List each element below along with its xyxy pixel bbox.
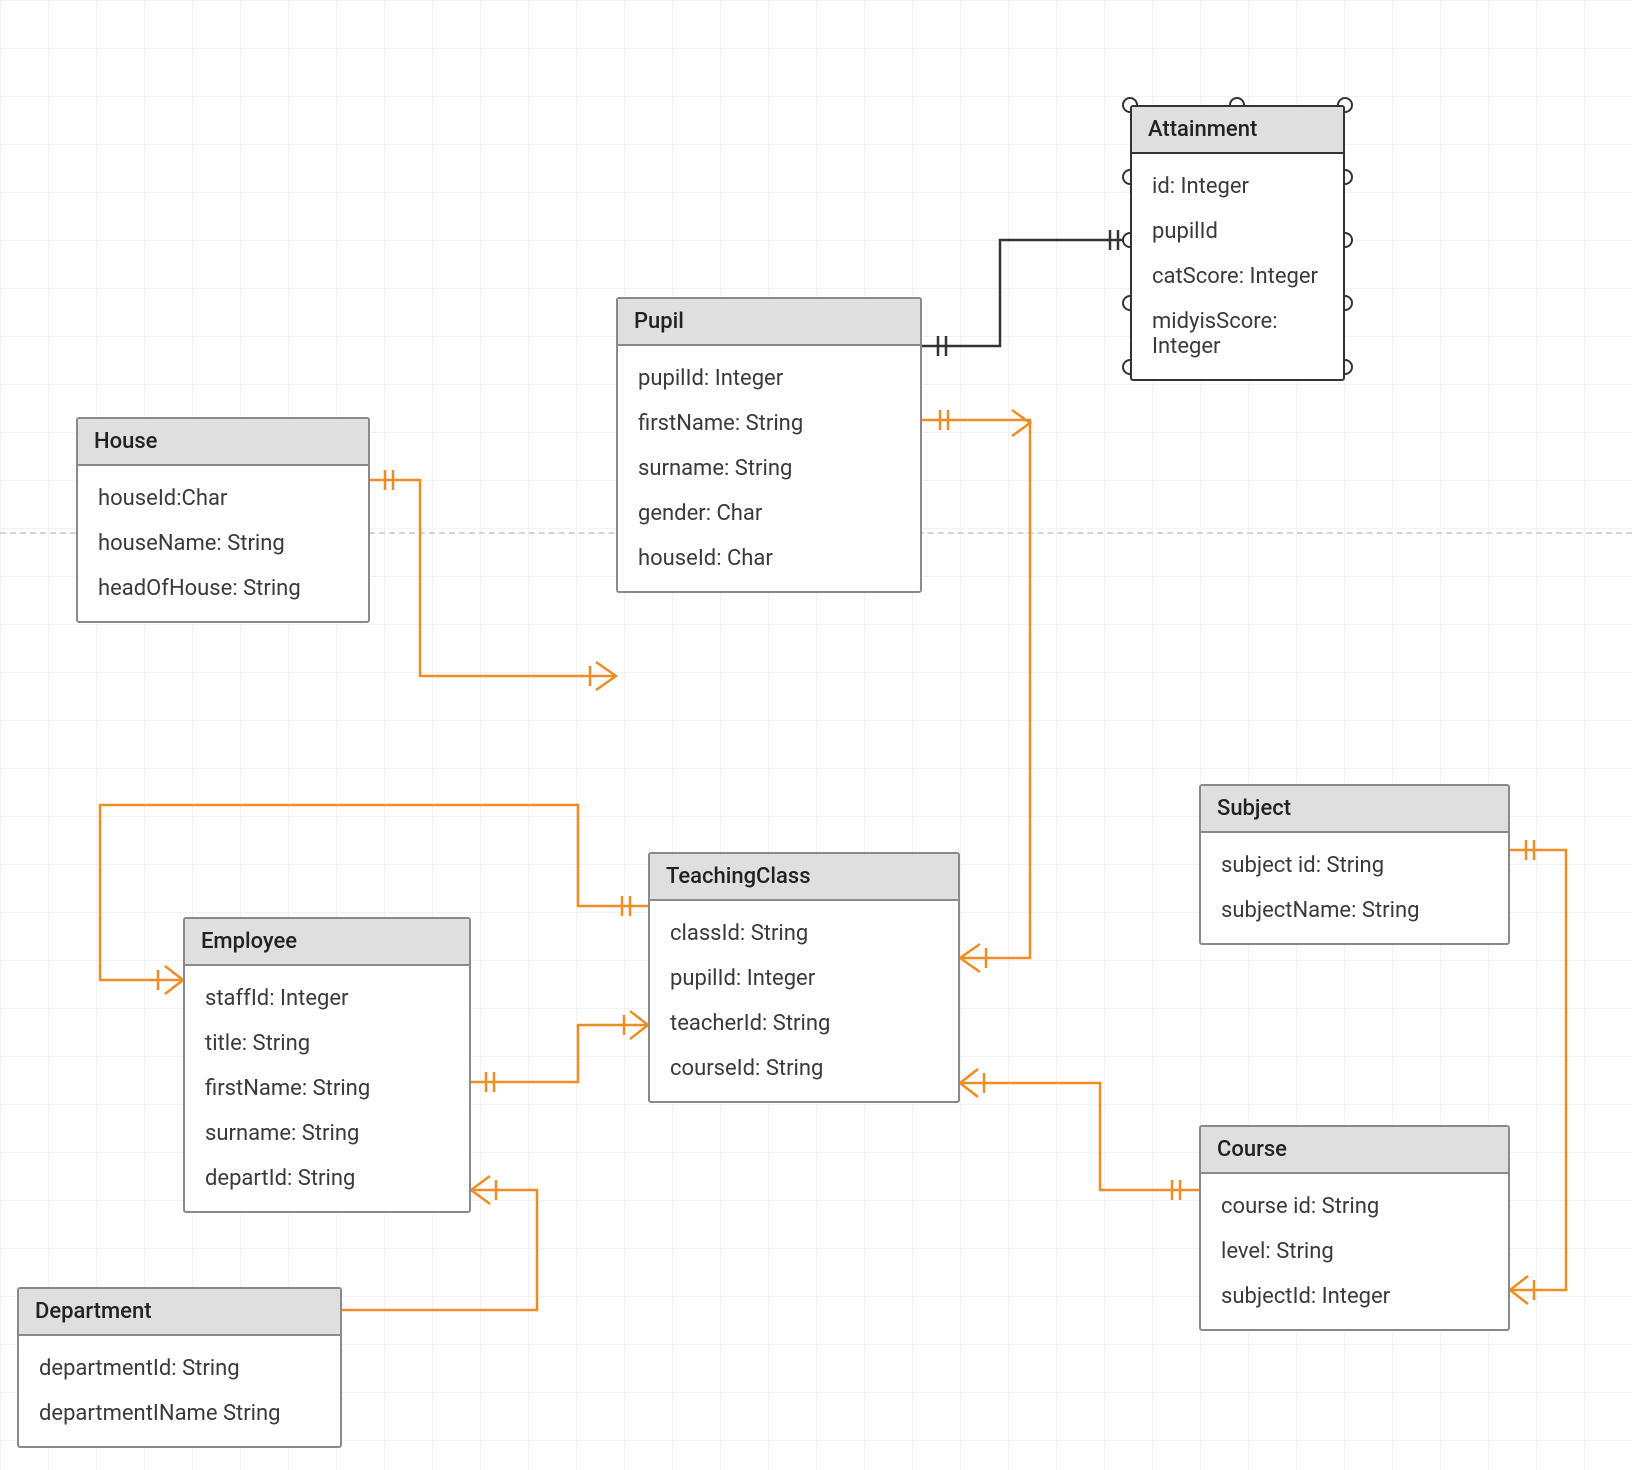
field[interactable]: houseId: Char <box>634 536 904 581</box>
entity-header[interactable]: Subject <box>1201 786 1508 833</box>
diagram-canvas[interactable]: House houseId:Char houseName: String hea… <box>0 0 1632 1470</box>
field[interactable]: departmentId: String <box>35 1346 324 1391</box>
field[interactable]: id: Integer <box>1148 164 1327 209</box>
field[interactable]: pupilId <box>1148 209 1327 254</box>
field[interactable]: houseName: String <box>94 521 352 566</box>
field[interactable]: subjectId: Integer <box>1217 1274 1492 1319</box>
field[interactable]: subject id: String <box>1217 843 1492 888</box>
field[interactable]: courseId: String <box>666 1046 942 1091</box>
entity-pupil[interactable]: Pupil pupilId: Integer firstName: String… <box>616 297 922 593</box>
field[interactable]: staffId: Integer <box>201 976 453 1021</box>
field[interactable]: classId: String <box>666 911 942 956</box>
entity-header[interactable]: House <box>78 419 368 466</box>
entity-attainment[interactable]: Attainment id: Integer pupilId catScore:… <box>1130 105 1345 381</box>
field[interactable]: houseId:Char <box>94 476 352 521</box>
field[interactable]: pupilId: Integer <box>634 356 904 401</box>
field[interactable]: midyisScore: Integer <box>1148 299 1327 369</box>
entity-teaching-class[interactable]: TeachingClass classId: String pupilId: I… <box>648 852 960 1103</box>
field[interactable]: departId: String <box>201 1156 453 1201</box>
field[interactable]: firstName: String <box>201 1066 453 1111</box>
field[interactable]: level: String <box>1217 1229 1492 1274</box>
field[interactable]: subjectName: String <box>1217 888 1492 933</box>
field[interactable]: departmentIName String <box>35 1391 324 1436</box>
field[interactable]: firstName: String <box>634 401 904 446</box>
field[interactable]: course id: String <box>1217 1184 1492 1229</box>
field[interactable]: headOfHouse: String <box>94 566 352 611</box>
entity-header[interactable]: Employee <box>185 919 469 966</box>
field[interactable]: surname: String <box>201 1111 453 1156</box>
entity-employee[interactable]: Employee staffId: Integer title: String … <box>183 917 471 1213</box>
entity-header[interactable]: TeachingClass <box>650 854 958 901</box>
entity-header[interactable]: Attainment <box>1132 107 1343 154</box>
field[interactable]: catScore: Integer <box>1148 254 1327 299</box>
entity-department[interactable]: Department departmentId: String departme… <box>17 1287 342 1448</box>
entity-header[interactable]: Pupil <box>618 299 920 346</box>
field[interactable]: gender: Char <box>634 491 904 536</box>
field[interactable]: teacherId: String <box>666 1001 942 1046</box>
field[interactable]: pupilId: Integer <box>666 956 942 1001</box>
field[interactable]: title: String <box>201 1021 453 1066</box>
entity-house[interactable]: House houseId:Char houseName: String hea… <box>76 417 370 623</box>
entity-header[interactable]: Department <box>19 1289 340 1336</box>
entity-header[interactable]: Course <box>1201 1127 1508 1174</box>
entity-subject[interactable]: Subject subject id: String subjectName: … <box>1199 784 1510 945</box>
entity-course[interactable]: Course course id: String level: String s… <box>1199 1125 1510 1331</box>
field[interactable]: surname: String <box>634 446 904 491</box>
